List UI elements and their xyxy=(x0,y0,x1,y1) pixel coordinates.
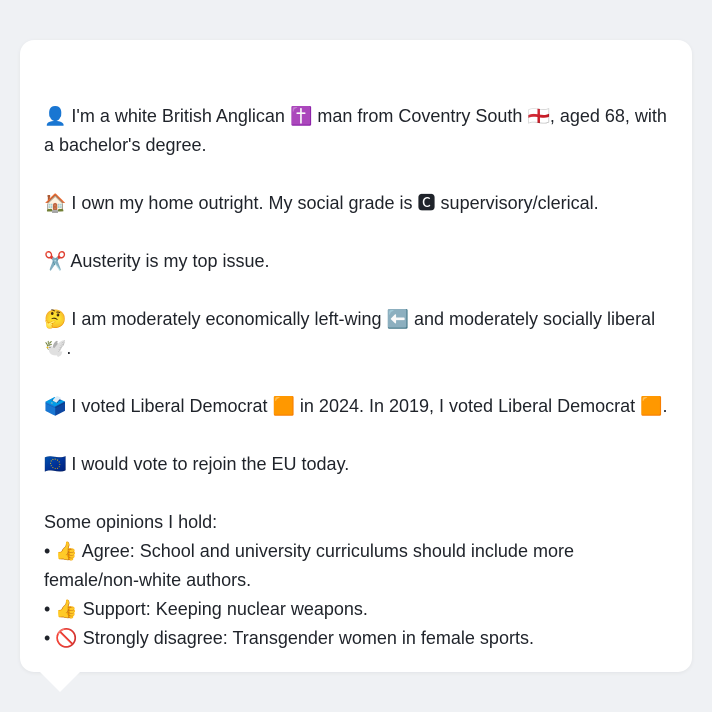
bubble-tail xyxy=(40,672,80,692)
opinions-heading: Some opinions I hold: xyxy=(44,512,218,532)
opinion-item: • 🚫 Strongly disagree: Transgender women… xyxy=(44,628,534,648)
message-bubble: 👤 I'm a white British Anglican ✝️ man fr… xyxy=(20,40,692,672)
identity-text: 👤 I'm a white British Anglican ✝️ man fr… xyxy=(44,106,667,155)
votes-text: 🗳️ I voted Liberal Democrat 🟧 in 2024. I… xyxy=(44,396,668,416)
opinion-item: • 👍 Support: Keeping nuclear weapons. xyxy=(44,599,368,619)
eu-text: 🇪🇺 I would vote to rejoin the EU today. xyxy=(44,454,350,474)
ideology-text: 🤔 I am moderately economically left-wing… xyxy=(44,309,656,358)
housing-text: 🏠 I own my home outright. My social grad… xyxy=(44,193,599,213)
top-issue-text: ✂️ Austerity is my top issue. xyxy=(44,251,270,271)
opinion-item: • 👍 Agree: School and university curricu… xyxy=(44,541,574,590)
